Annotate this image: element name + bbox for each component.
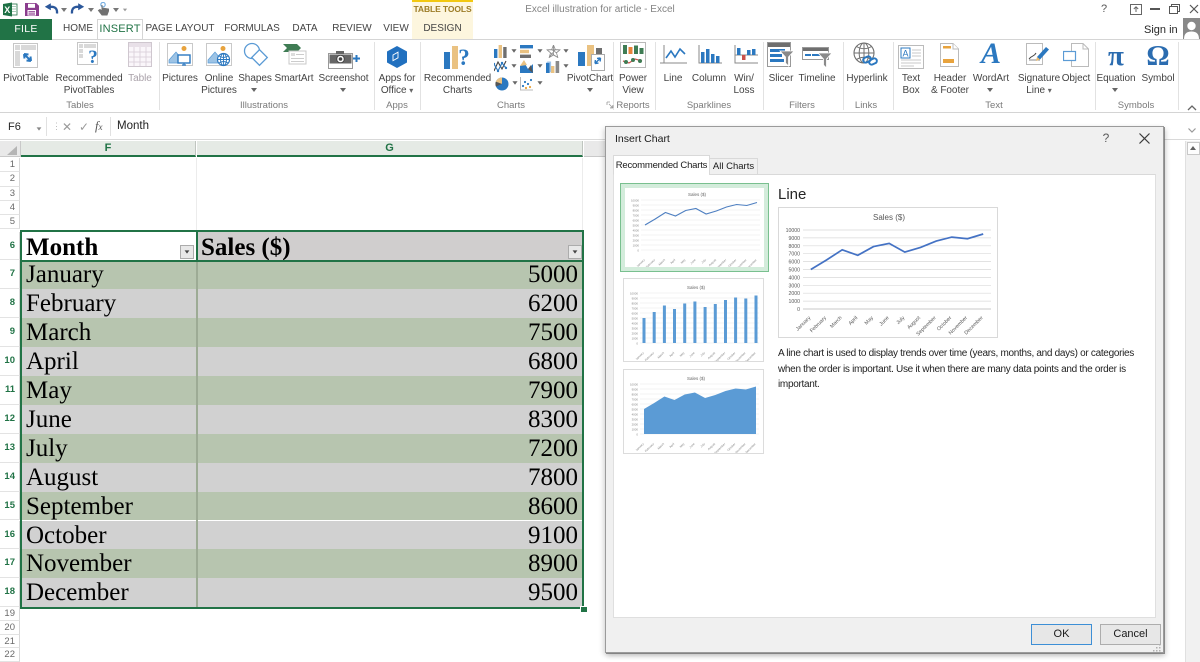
svg-text:5000: 5000 [633, 224, 640, 228]
svg-text:March: March [657, 351, 666, 360]
svg-text:7000: 7000 [632, 307, 639, 311]
svg-text:March: March [829, 315, 844, 330]
svg-text:July: July [895, 315, 906, 326]
svg-text:June: June [689, 258, 697, 266]
svg-text:10000: 10000 [630, 292, 638, 296]
svg-text:September: September [713, 442, 726, 453]
svg-text:April: April [668, 442, 675, 449]
svg-text:2000: 2000 [632, 423, 639, 427]
svg-text:2000: 2000 [632, 332, 639, 336]
svg-text:4000: 4000 [632, 413, 639, 417]
svg-text:5000: 5000 [632, 408, 639, 412]
svg-text:February: February [809, 315, 828, 334]
svg-text:9000: 9000 [633, 204, 640, 208]
svg-text:9000: 9000 [788, 236, 800, 242]
svg-text:February: February [645, 257, 656, 267]
svg-text:3000: 3000 [633, 234, 640, 238]
svg-text:April: April [669, 258, 676, 265]
svg-text:9000: 9000 [632, 297, 639, 301]
svg-text:?: ? [458, 46, 470, 70]
svg-text:1000: 1000 [632, 428, 639, 432]
svg-text:8000: 8000 [788, 244, 800, 250]
svg-text:December: December [745, 258, 757, 267]
svg-text:10000: 10000 [630, 383, 638, 387]
svg-text:9000: 9000 [632, 388, 639, 392]
svg-text:4000: 4000 [632, 322, 639, 326]
svg-text:April: April [848, 315, 860, 327]
svg-text:Sales ($): Sales ($) [873, 213, 905, 222]
svg-text:March: March [658, 258, 667, 267]
svg-text:8000: 8000 [632, 393, 639, 397]
svg-text:June: June [688, 442, 696, 450]
svg-text:June: June [688, 351, 696, 359]
svg-text:10000: 10000 [786, 228, 801, 234]
svg-text:6000: 6000 [632, 403, 639, 407]
svg-text:3000: 3000 [632, 327, 639, 331]
svg-text:December: December [744, 351, 756, 361]
svg-text:0: 0 [797, 307, 800, 313]
svg-text:2000: 2000 [633, 239, 640, 243]
svg-text:5000: 5000 [632, 317, 639, 321]
svg-text:February: February [644, 441, 655, 452]
svg-text:8000: 8000 [633, 209, 640, 213]
svg-text:7000: 7000 [633, 214, 640, 218]
svg-text:6000: 6000 [633, 219, 640, 223]
svg-text:3000: 3000 [632, 418, 639, 422]
svg-text:6000: 6000 [788, 260, 800, 266]
svg-text:Sales ($): Sales ($) [687, 285, 706, 290]
svg-text:February: February [644, 350, 655, 361]
svg-text:Sales ($): Sales ($) [687, 376, 706, 381]
svg-text:4000: 4000 [788, 275, 800, 281]
svg-text:A: A [902, 49, 908, 59]
svg-text:March: March [657, 442, 666, 451]
svg-text:June: June [878, 315, 890, 327]
svg-text:0: 0 [636, 433, 638, 437]
svg-text:1000: 1000 [633, 244, 640, 248]
svg-text:0: 0 [637, 249, 639, 253]
svg-text:September: September [713, 351, 726, 361]
svg-text:April: April [668, 351, 675, 358]
svg-text:Sales ($): Sales ($) [688, 192, 707, 197]
svg-text:X: X [4, 5, 10, 15]
svg-text:July: July [700, 257, 707, 264]
svg-text:10000: 10000 [631, 199, 639, 203]
svg-text:May: May [864, 315, 875, 326]
svg-text:?: ? [88, 47, 98, 67]
svg-text:1000: 1000 [788, 299, 800, 305]
svg-text:May: May [679, 441, 686, 448]
svg-text:September: September [714, 258, 727, 267]
svg-text:6000: 6000 [632, 312, 639, 316]
svg-text:0: 0 [636, 342, 638, 346]
svg-text:July: July [699, 441, 706, 448]
svg-text:5000: 5000 [788, 268, 800, 274]
svg-text:7000: 7000 [632, 398, 639, 402]
svg-text:4000: 4000 [633, 229, 640, 233]
svg-text:3000: 3000 [788, 283, 800, 289]
svg-text:May: May [679, 350, 686, 357]
svg-text:July: July [699, 350, 706, 357]
svg-text:May: May [680, 257, 687, 264]
svg-text:2000: 2000 [788, 291, 800, 297]
svg-text:8000: 8000 [632, 302, 639, 306]
svg-text:7000: 7000 [788, 252, 800, 258]
svg-text:December: December [744, 442, 756, 453]
svg-text:1000: 1000 [632, 337, 639, 341]
svg-text:November: November [735, 258, 747, 267]
